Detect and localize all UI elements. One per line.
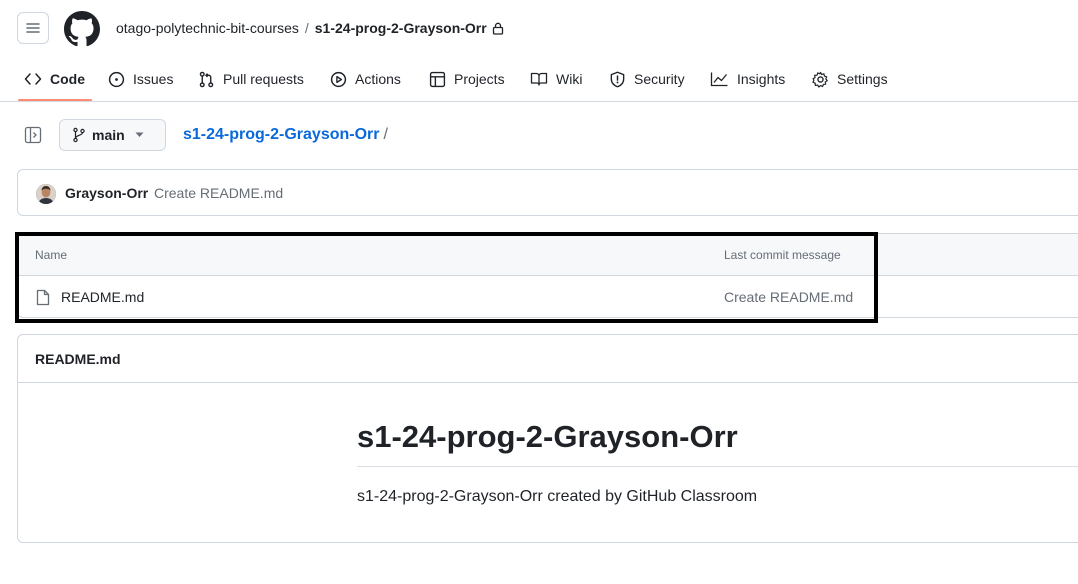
hamburger-menu-button[interactable] xyxy=(17,12,49,44)
tab-issues-label: Issues xyxy=(133,71,174,87)
tab-wiki-label: Wiki xyxy=(556,71,583,87)
tab-issues[interactable]: Issues xyxy=(108,66,173,92)
tab-pull-requests-label: Pull requests xyxy=(223,71,304,87)
repo-nav: Code Issues Pull requests Actions Projec… xyxy=(0,56,1078,102)
hamburger-icon xyxy=(26,23,40,33)
tab-code[interactable]: Code xyxy=(24,66,85,92)
file-tree-toggle-button[interactable] xyxy=(24,126,42,144)
breadcrumb: otago-polytechnic-bit-courses / s1-24-pr… xyxy=(116,18,504,38)
active-tab-indicator xyxy=(18,99,92,101)
tab-actions-label: Actions xyxy=(355,71,401,87)
code-icon xyxy=(24,73,42,85)
tab-settings-label: Settings xyxy=(837,71,888,87)
sidebar-expand-icon xyxy=(24,126,42,144)
repo-link[interactable]: s1-24-prog-2-Grayson-Orr xyxy=(315,18,487,38)
annotation-highlight-box xyxy=(15,232,878,323)
pull-request-icon xyxy=(199,71,214,87)
owner-link[interactable]: otago-polytechnic-bit-courses xyxy=(116,18,299,38)
readme-heading: s1-24-prog-2-Grayson-Orr xyxy=(357,419,1078,467)
tab-insights[interactable]: Insights xyxy=(710,66,785,92)
commit-message-link[interactable]: Create README.md xyxy=(154,185,283,201)
tab-projects-label: Projects xyxy=(454,71,505,87)
file-path-breadcrumb: s1-24-prog-2-Grayson-Orr / xyxy=(183,125,388,145)
path-separator: / xyxy=(383,126,388,143)
avatar[interactable] xyxy=(36,184,56,204)
shield-icon xyxy=(610,71,625,87)
tab-pull-requests[interactable]: Pull requests xyxy=(198,66,304,92)
tab-projects[interactable]: Projects xyxy=(429,66,505,92)
table-icon xyxy=(429,71,446,87)
tab-code-label: Code xyxy=(50,71,85,87)
branch-selector-button[interactable]: main xyxy=(59,119,166,151)
readme-tab-title[interactable]: README.md xyxy=(35,351,121,367)
readme-header: README.md xyxy=(18,335,1078,383)
issue-circle-icon xyxy=(108,71,125,87)
tab-actions[interactable]: Actions xyxy=(330,66,401,92)
git-branch-icon xyxy=(73,127,85,143)
lock-icon xyxy=(492,22,503,35)
tab-security[interactable]: Security xyxy=(609,66,685,92)
commit-author-link[interactable]: Grayson-Orr xyxy=(65,185,148,201)
readme-panel: README.md s1-24-prog-2-Grayson-Orr s1-24… xyxy=(17,334,1078,543)
latest-commit-box: Grayson-Orr Create README.md xyxy=(17,169,1078,216)
github-logo-icon[interactable] xyxy=(64,11,100,47)
book-icon xyxy=(530,72,548,86)
tab-wiki[interactable]: Wiki xyxy=(530,66,582,92)
caret-down-icon xyxy=(135,132,144,137)
path-repo-link[interactable]: s1-24-prog-2-Grayson-Orr xyxy=(183,126,380,143)
gear-icon xyxy=(812,71,828,88)
breadcrumb-separator: / xyxy=(304,20,309,36)
branch-name: main xyxy=(92,127,125,143)
graph-icon xyxy=(710,72,728,87)
tab-insights-label: Insights xyxy=(737,71,786,87)
readme-body-text: s1-24-prog-2-Grayson-Orr created by GitH… xyxy=(357,488,758,505)
play-circle-icon xyxy=(330,71,347,87)
tab-settings[interactable]: Settings xyxy=(812,66,888,92)
top-bar: otago-polytechnic-bit-courses / s1-24-pr… xyxy=(0,0,1078,56)
tab-security-label: Security xyxy=(634,71,685,87)
